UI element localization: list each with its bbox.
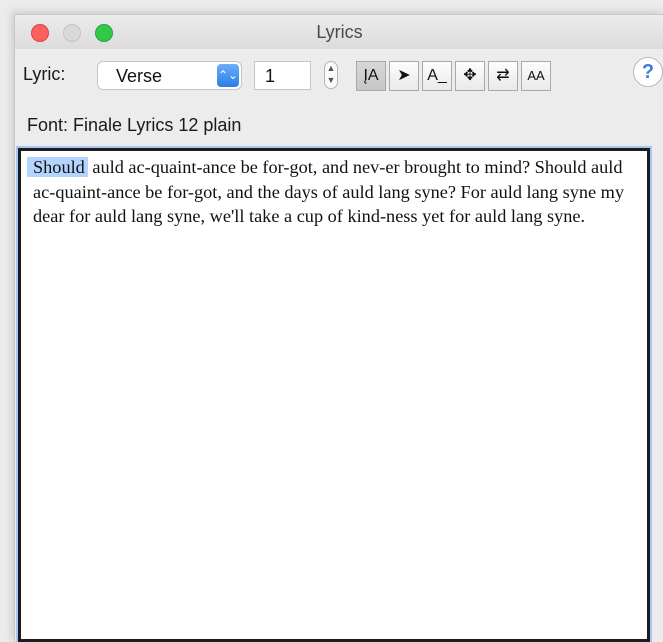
a-small-caps-icon: AA [527, 68, 545, 83]
lyrics-window: Lyrics Lyric: Verse ⌃⌄ 1 ▲ ▼ ĮA ➤ A_ ✥ ⇄ … [14, 14, 663, 642]
i-beam-a-icon: ĮA [363, 67, 379, 84]
adjust-syllables-tool[interactable]: ✥ [455, 61, 485, 91]
arrow-pointer-icon: ➤ [397, 67, 411, 84]
verse-number-value: 1 [265, 66, 276, 86]
verse-number-stepper[interactable]: ▲ ▼ [324, 61, 338, 89]
help-button[interactable]: ? [633, 57, 663, 87]
lyric-label: Lyric: [23, 64, 66, 84]
a-underline-icon: A_ [427, 67, 447, 84]
lyrics-text-editor[interactable]: Should auld ac-quaint-ance be for-got, a… [18, 148, 650, 642]
lyric-font-tool[interactable]: AA [521, 61, 551, 91]
type-into-score-tool[interactable]: ĮA [356, 61, 386, 91]
title-bar[interactable]: Lyrics [15, 15, 663, 49]
question-mark-icon: ? [641, 61, 655, 83]
selected-syllable[interactable]: Should [27, 157, 88, 177]
lyric-type-value: Verse [116, 66, 163, 86]
swap-arrows-icon: ⇄ [496, 67, 510, 84]
word-extension-tool[interactable]: A_ [422, 61, 452, 91]
font-info: Font: Finale Lyrics 12 plain [27, 115, 242, 135]
lyric-type-popup[interactable]: Verse ⌃⌄ [97, 61, 242, 90]
lyrics-body: auld ac-quaint-ance be for-got, and nev-… [33, 157, 625, 226]
lyrics-text[interactable]: Should auld ac-quaint-ance be for-got, a… [27, 155, 637, 229]
window-title: Lyrics [316, 22, 363, 42]
shift-lyrics-tool[interactable]: ⇄ [488, 61, 518, 91]
verse-number-field[interactable]: 1 [254, 61, 311, 90]
move-cross-icon: ✥ [463, 67, 477, 84]
click-assignment-tool[interactable]: ➤ [389, 61, 419, 91]
popup-chevron-icon: ⌃⌄ [217, 64, 239, 87]
lyrics-toolbar: Lyric: Verse ⌃⌄ 1 ▲ ▼ ĮA ➤ A_ ✥ ⇄ AA ? [15, 55, 663, 95]
